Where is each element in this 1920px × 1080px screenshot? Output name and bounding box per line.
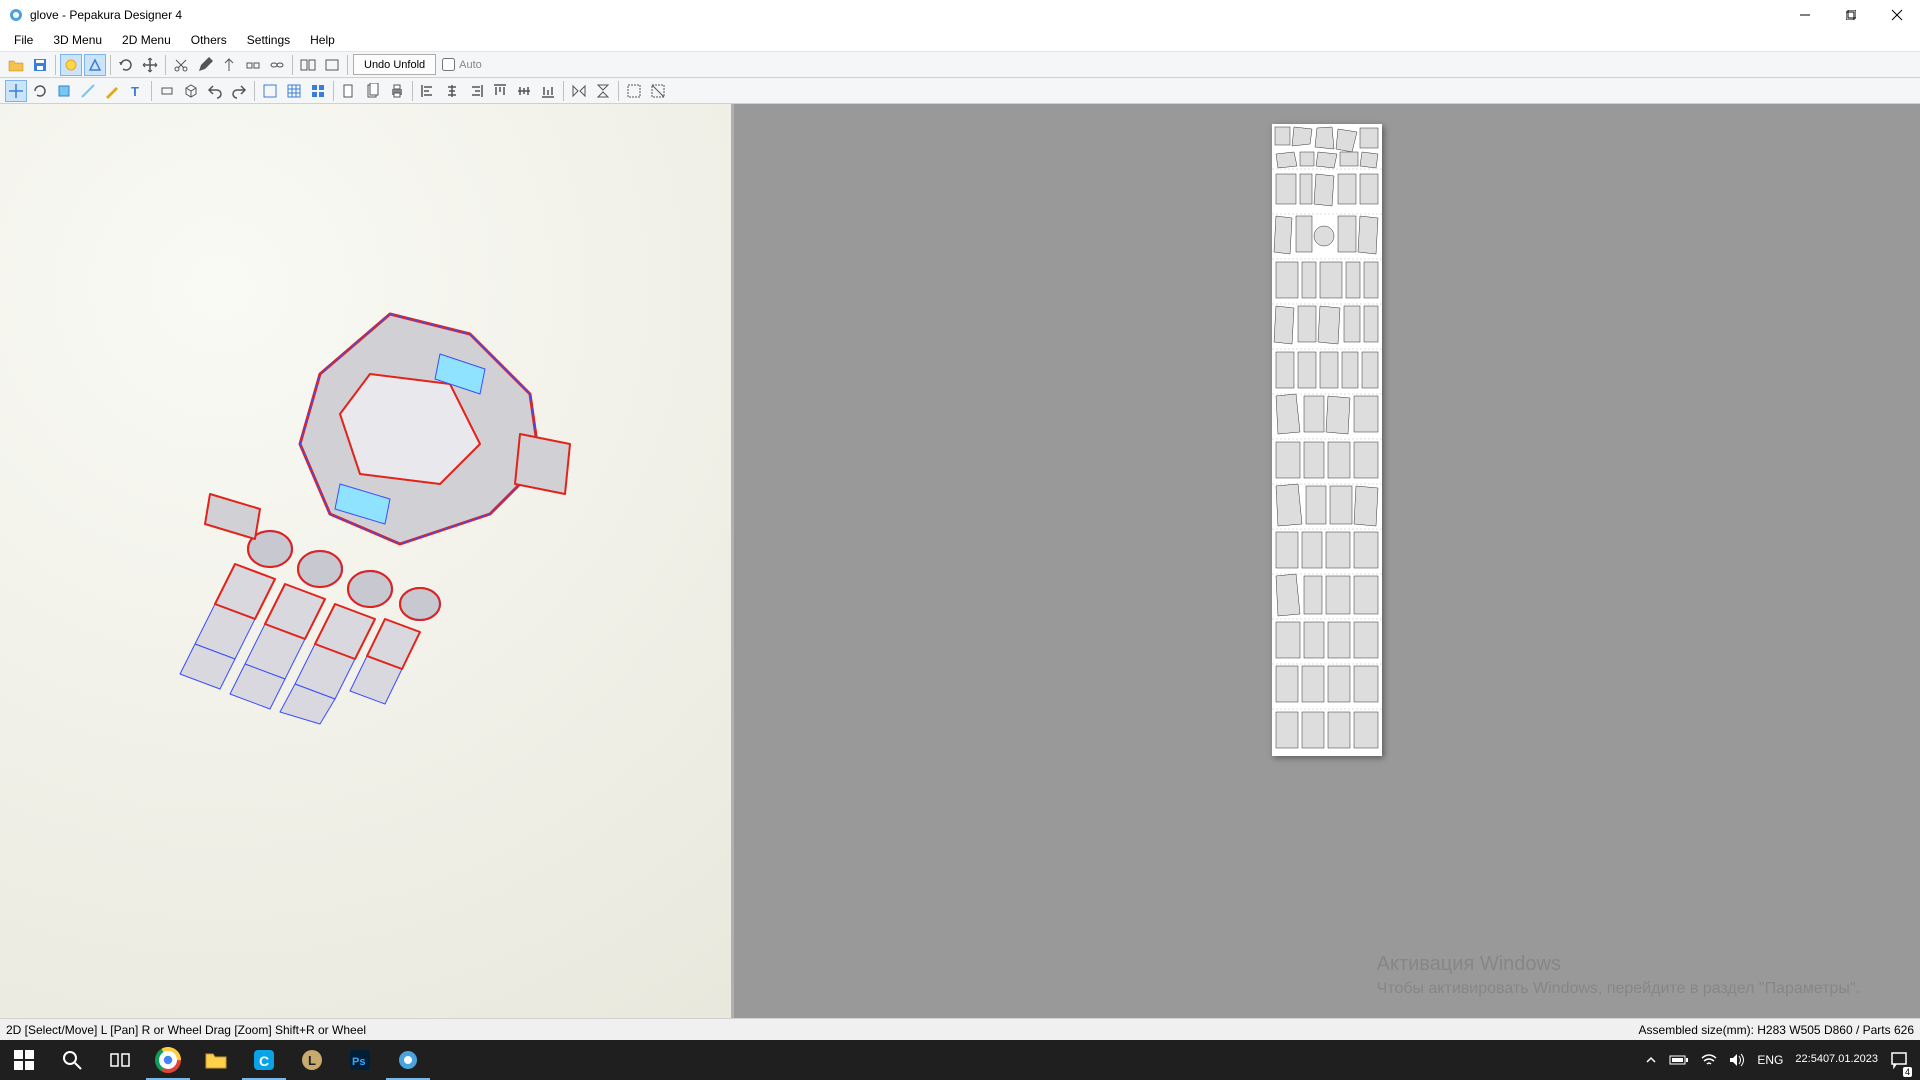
- taskbar-app-photoshop[interactable]: Ps: [336, 1040, 384, 1080]
- tool-measure-icon[interactable]: [218, 54, 240, 76]
- rotate-icon[interactable]: [115, 54, 137, 76]
- unfold-icon[interactable]: [60, 54, 82, 76]
- select-move-icon[interactable]: [5, 80, 27, 102]
- view-both-icon[interactable]: [297, 54, 319, 76]
- cube-icon[interactable]: [180, 80, 202, 102]
- align-left-icon[interactable]: [417, 80, 439, 102]
- align-right-icon[interactable]: [465, 80, 487, 102]
- tool-edit-icon[interactable]: [194, 54, 216, 76]
- flap-icon[interactable]: [156, 80, 178, 102]
- search-icon[interactable]: [48, 1040, 96, 1080]
- tray-language[interactable]: ENG: [1751, 1040, 1789, 1080]
- system-tray: ENG 22:54 07.01.2023 4: [1639, 1040, 1920, 1080]
- svg-text:C: C: [259, 1053, 269, 1069]
- open-button[interactable]: [5, 54, 27, 76]
- menu-file[interactable]: File: [4, 30, 43, 51]
- auto-checkbox-input[interactable]: [442, 58, 455, 71]
- start-button[interactable]: [0, 1040, 48, 1080]
- menu-others[interactable]: Others: [181, 30, 237, 51]
- statusbar-right: Assembled size(mm): H283 W505 D860 / Par…: [1639, 1023, 1914, 1037]
- tray-chevron-icon[interactable]: [1639, 1040, 1663, 1080]
- taskbar-app-chrome[interactable]: [144, 1040, 192, 1080]
- taskbar: C L Ps ENG 22:54 07.01.2023 4: [0, 1040, 1920, 1080]
- tool-flap-icon[interactable]: [242, 54, 264, 76]
- svg-text:L: L: [308, 1053, 316, 1068]
- model-3d: [140, 284, 620, 734]
- page-next-icon[interactable]: [362, 80, 384, 102]
- join-edge-icon[interactable]: [53, 80, 75, 102]
- unfold-parts: [1272, 124, 1382, 756]
- toolbar-row-2: T: [0, 78, 1920, 104]
- rotate2d-icon[interactable]: [29, 80, 51, 102]
- tray-volume-icon[interactable]: [1723, 1040, 1751, 1080]
- tray-date: 07.01.2023: [1823, 1053, 1878, 1066]
- pan-icon[interactable]: [139, 54, 161, 76]
- window-title: glove - Pepakura Designer 4: [30, 8, 182, 22]
- toolbar-row-1: Undo Unfold Auto: [0, 52, 1920, 78]
- flip-h-icon[interactable]: [568, 80, 590, 102]
- minimize-button[interactable]: [1782, 0, 1828, 30]
- maximize-button[interactable]: [1828, 0, 1874, 30]
- tray-wifi-icon[interactable]: [1695, 1040, 1723, 1080]
- menu-2d[interactable]: 2D Menu: [112, 30, 181, 51]
- paper-sheet: [1272, 124, 1382, 756]
- arrange-icon[interactable]: [307, 80, 329, 102]
- svg-text:Ps: Ps: [352, 1056, 365, 1068]
- align-middle-icon[interactable]: [513, 80, 535, 102]
- menu-settings[interactable]: Settings: [237, 30, 300, 51]
- task-view-icon[interactable]: [96, 1040, 144, 1080]
- page-prev-icon[interactable]: [338, 80, 360, 102]
- text-icon[interactable]: T: [125, 80, 147, 102]
- align-bottom-icon[interactable]: [537, 80, 559, 102]
- tool-scissors-icon[interactable]: [170, 54, 192, 76]
- print-icon[interactable]: [386, 80, 408, 102]
- taskbar-app-cura[interactable]: C: [240, 1040, 288, 1080]
- statusbar: 2D [Select/Move] L [Pan] R or Wheel Drag…: [0, 1018, 1920, 1040]
- edge-paint-icon[interactable]: [101, 80, 123, 102]
- tray-notif-badge: 4: [1903, 1067, 1912, 1077]
- auto-checkbox[interactable]: Auto: [442, 58, 482, 71]
- select-all-icon[interactable]: [623, 80, 645, 102]
- taskbar-app-explorer[interactable]: [192, 1040, 240, 1080]
- menu-help[interactable]: Help: [300, 30, 345, 51]
- deselect-icon[interactable]: [647, 80, 669, 102]
- divide-edge-icon[interactable]: [77, 80, 99, 102]
- undo-unfold-button[interactable]: Undo Unfold: [353, 54, 436, 75]
- windows-activation-watermark: Активация Windows Чтобы активировать Win…: [1377, 953, 1860, 998]
- flip-v-icon[interactable]: [592, 80, 614, 102]
- svg-text:T: T: [131, 84, 139, 99]
- tray-clock[interactable]: 22:54 07.01.2023: [1789, 1040, 1884, 1080]
- grid-icon[interactable]: [283, 80, 305, 102]
- viewport-3d[interactable]: [0, 104, 734, 1018]
- watermark-subtitle: Чтобы активировать Windows, перейдите в …: [1377, 980, 1860, 998]
- tray-battery-icon[interactable]: [1663, 1040, 1695, 1080]
- edge-color-icon[interactable]: [84, 54, 106, 76]
- auto-label: Auto: [459, 59, 482, 71]
- app-icon: [8, 7, 24, 23]
- statusbar-left: 2D [Select/Move] L [Pan] R or Wheel Drag…: [6, 1023, 1639, 1037]
- menubar: File 3D Menu 2D Menu Others Settings Hel…: [0, 30, 1920, 52]
- window-titlebar: glove - Pepakura Designer 4: [0, 0, 1920, 30]
- tray-time: 22:54: [1795, 1053, 1823, 1066]
- align-top-icon[interactable]: [489, 80, 511, 102]
- fit-icon[interactable]: [259, 80, 281, 102]
- taskbar-app-pepakura[interactable]: [384, 1040, 432, 1080]
- viewports: Активация Windows Чтобы активировать Win…: [0, 104, 1920, 1018]
- tool-link-icon[interactable]: [266, 54, 288, 76]
- close-button[interactable]: [1874, 0, 1920, 30]
- redo-icon[interactable]: [228, 80, 250, 102]
- watermark-title: Активация Windows: [1377, 953, 1860, 976]
- taskbar-app-league[interactable]: L: [288, 1040, 336, 1080]
- undo-icon[interactable]: [204, 80, 226, 102]
- save-button[interactable]: [29, 54, 51, 76]
- menu-3d[interactable]: 3D Menu: [43, 30, 112, 51]
- align-center-icon[interactable]: [441, 80, 463, 102]
- viewport-2d[interactable]: Активация Windows Чтобы активировать Win…: [734, 104, 1920, 1018]
- view-2d-icon[interactable]: [321, 54, 343, 76]
- tray-notifications-icon[interactable]: 4: [1884, 1040, 1914, 1080]
